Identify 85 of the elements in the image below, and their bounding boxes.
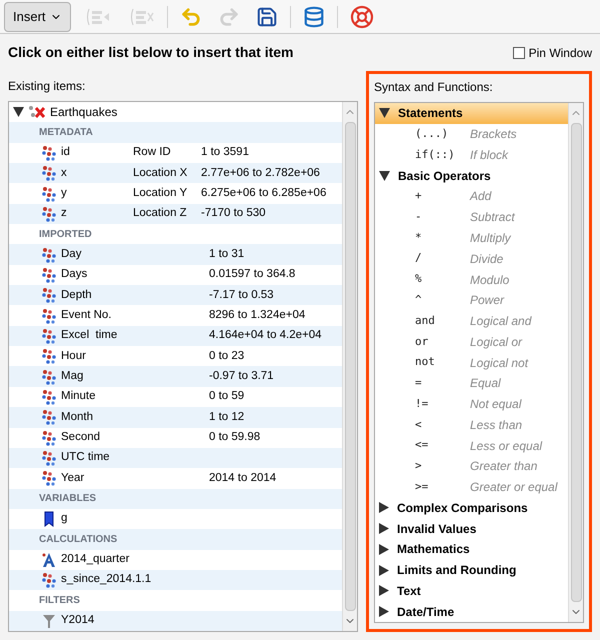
tree-item[interactable]: Day 1 to 31 (9, 244, 342, 265)
pin-window-label[interactable]: Pin Window (528, 44, 592, 62)
funnel-icon (41, 612, 57, 629)
category-row[interactable]: Text (375, 580, 568, 602)
dots-icon (41, 450, 57, 466)
syntax-item[interactable]: / Divide (375, 248, 568, 270)
existing-items-label: Existing items: (8, 78, 86, 95)
tree-item[interactable]: Month 1 to 12 (9, 407, 342, 428)
syntax-item[interactable]: and Logical and (375, 310, 568, 332)
tree-item[interactable]: Earthquakes (50, 103, 118, 122)
dots-icon (41, 388, 57, 405)
dots-icon (41, 308, 57, 324)
syntax-item[interactable]: = Equal (375, 372, 568, 394)
syntax-item[interactable]: > Greater than (375, 456, 568, 477)
pin-checkbox[interactable] (512, 46, 525, 58)
collapsed-triangle-icon[interactable] (379, 585, 389, 596)
database-icon[interactable] (302, 6, 325, 28)
dots-icon (41, 572, 57, 588)
section-heading: METADATA (39, 126, 93, 140)
dots-icon (41, 266, 57, 283)
syntax-item[interactable]: not Logical not (375, 352, 568, 373)
instruction-heading: Click on either list below to insert that item (8, 43, 294, 62)
section-heading: FILTERS (39, 594, 80, 608)
dots-icon (41, 328, 57, 344)
tree-item[interactable]: s_since_2014.1.1 (9, 570, 342, 590)
category-row[interactable]: Date/Time (375, 601, 568, 622)
dots-icon (41, 368, 57, 385)
dots-icon (41, 165, 57, 182)
tree-item[interactable]: UTC time (9, 448, 342, 468)
help-icon[interactable] (350, 4, 374, 28)
expanded-triangle-icon[interactable] (379, 170, 390, 181)
tree-item[interactable]: Excel time 4.164e+04 to 4.2e+04 (9, 326, 342, 346)
syntax-item[interactable]: != Not equal (375, 394, 568, 414)
collapsed-triangle-icon[interactable] (379, 523, 389, 534)
collapsed-triangle-icon[interactable] (379, 502, 389, 514)
dots-icon (41, 348, 57, 364)
dots-icon (41, 287, 57, 304)
syntax-item[interactable]: % Modulo (375, 269, 568, 290)
syntax-item[interactable]: or Logical or (375, 331, 568, 352)
tree-item[interactable]: Hour 0 to 23 (9, 346, 342, 366)
tree-item[interactable]: Y2014 (9, 610, 342, 631)
insert-button[interactable]: Insert (4, 2, 71, 32)
dots-icon (41, 470, 57, 486)
dots-icon (41, 246, 57, 263)
tree-item[interactable]: id Row ID 1 to 3591 (9, 142, 342, 164)
expanded-triangle-icon[interactable] (379, 108, 390, 118)
syntax-item[interactable]: + Add (375, 186, 568, 207)
syntax-label: Syntax and Functions: (374, 79, 494, 96)
section-heading: IMPORTED (39, 228, 92, 242)
category-row[interactable]: Mathematics (375, 539, 568, 560)
dots-icon (41, 144, 57, 161)
tree-scrollbar[interactable] (342, 102, 357, 631)
syntax-item[interactable]: >= Greater or equal (375, 476, 568, 498)
syntax-item[interactable]: - Subtract (375, 206, 568, 228)
tree-item[interactable]: Mag -0.97 to 3.71 (9, 366, 342, 387)
category-row[interactable]: Complex Comparisons (375, 498, 568, 518)
tree-item[interactable]: x Location X 2.77e+06 to 2.782e+06 (9, 163, 342, 184)
collapsed-triangle-icon[interactable] (379, 606, 389, 618)
category-row[interactable]: Basic Operators (375, 165, 568, 186)
section-heading: VARIABLES (39, 492, 96, 506)
dots-icon (41, 206, 57, 222)
save-icon[interactable] (256, 6, 278, 28)
syntax-item[interactable]: (...) Brackets (375, 124, 568, 145)
tree-item[interactable]: 2014_quarter (9, 550, 342, 570)
tree-item[interactable]: Depth -7.17 to 0.53 (9, 285, 342, 306)
dots-icon (41, 430, 57, 446)
letter-a-icon (41, 552, 57, 568)
dots-icon (41, 409, 57, 426)
syntax-item[interactable]: * Multiply (375, 228, 568, 248)
syntax-item[interactable]: < Less than (375, 414, 568, 436)
syntax-item[interactable]: if(::) If block (375, 144, 568, 166)
collapsed-triangle-icon[interactable] (379, 544, 389, 555)
category-row[interactable]: Limits and Rounding (375, 560, 568, 581)
category-row[interactable]: Statements (375, 103, 568, 124)
dots-cross-icon (28, 104, 46, 120)
syntax-scrollbar[interactable] (568, 103, 583, 622)
tree-item[interactable]: Second 0 to 59.98 (9, 428, 342, 448)
collapsed-triangle-icon[interactable] (379, 564, 389, 576)
tree-item[interactable]: z Location Z -7170 to 530 (9, 204, 342, 224)
category-row[interactable]: Invalid Values (375, 518, 568, 540)
syntax-item[interactable]: <= Less or equal (375, 435, 568, 456)
syntax-item[interactable]: ^ Power (375, 290, 568, 311)
dots-icon (41, 186, 57, 202)
expanded-triangle-icon[interactable] (13, 107, 24, 118)
section-heading: CALCULATIONS (39, 532, 118, 547)
